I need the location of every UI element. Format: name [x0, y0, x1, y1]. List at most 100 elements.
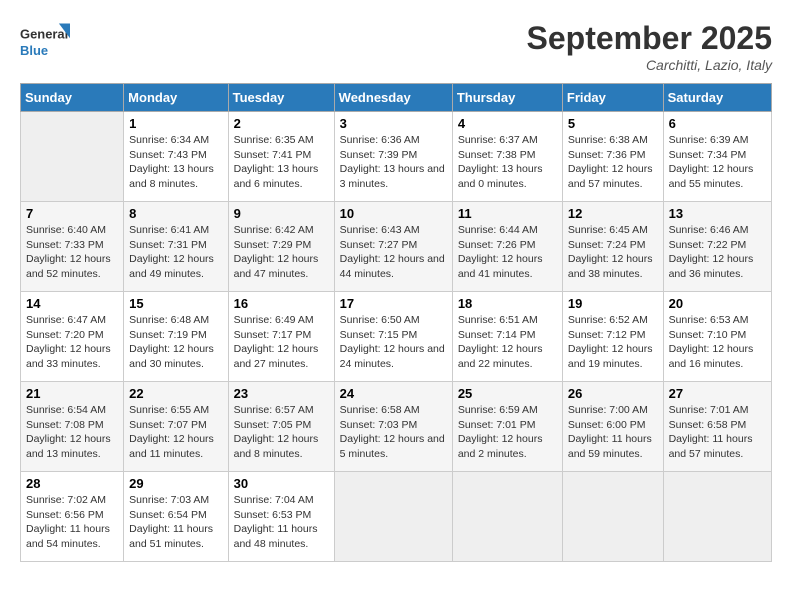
day-info: Sunrise: 6:40 AMSunset: 7:33 PMDaylight:… [26, 223, 118, 282]
day-number: 22 [129, 386, 222, 401]
day-info: Sunrise: 6:51 AMSunset: 7:14 PMDaylight:… [458, 313, 557, 372]
day-number: 12 [568, 206, 658, 221]
day-info: Sunrise: 6:45 AMSunset: 7:24 PMDaylight:… [568, 223, 658, 282]
day-cell [452, 472, 562, 562]
day-info: Sunrise: 6:47 AMSunset: 7:20 PMDaylight:… [26, 313, 118, 372]
day-info: Sunrise: 6:34 AMSunset: 7:43 PMDaylight:… [129, 133, 222, 192]
svg-text:Blue: Blue [20, 43, 48, 58]
day-number: 5 [568, 116, 658, 131]
day-number: 1 [129, 116, 222, 131]
day-number: 20 [669, 296, 766, 311]
week-row-2: 7 Sunrise: 6:40 AMSunset: 7:33 PMDaylight… [21, 202, 772, 292]
day-cell [21, 112, 124, 202]
location: Carchitti, Lazio, Italy [527, 57, 772, 73]
day-number: 16 [234, 296, 329, 311]
day-cell: 15 Sunrise: 6:48 AMSunset: 7:19 PMDayligh… [124, 292, 228, 382]
header-cell-saturday: Saturday [663, 84, 771, 112]
week-row-5: 28Sunrise: 7:02 AMSunset: 6:56 PMDayligh… [21, 472, 772, 562]
day-number: 27 [669, 386, 766, 401]
day-number: 26 [568, 386, 658, 401]
day-number: 7 [26, 206, 118, 221]
day-cell [334, 472, 452, 562]
day-number: 23 [234, 386, 329, 401]
day-info: Sunrise: 6:36 AMSunset: 7:39 PMDaylight:… [340, 133, 447, 192]
day-info: Sunrise: 6:50 AMSunset: 7:15 PMDaylight:… [340, 313, 447, 372]
day-cell: 2 Sunrise: 6:35 AMSunset: 7:41 PMDaylight… [228, 112, 334, 202]
day-info: Sunrise: 6:35 AMSunset: 7:41 PMDaylight:… [234, 133, 329, 192]
day-cell: 28Sunrise: 7:02 AMSunset: 6:56 PMDayligh… [21, 472, 124, 562]
day-info: Sunrise: 6:59 AMSunset: 7:01 PMDaylight:… [458, 403, 557, 462]
day-cell: 1 Sunrise: 6:34 AMSunset: 7:43 PMDaylight… [124, 112, 228, 202]
day-cell: 20 Sunrise: 6:53 AMSunset: 7:10 PMDayligh… [663, 292, 771, 382]
day-info: Sunrise: 7:01 AMSunset: 6:58 PMDaylight:… [669, 403, 766, 462]
day-cell: 5 Sunrise: 6:38 AMSunset: 7:36 PMDaylight… [562, 112, 663, 202]
day-number: 3 [340, 116, 447, 131]
day-cell: 12 Sunrise: 6:45 AMSunset: 7:24 PMDayligh… [562, 202, 663, 292]
day-cell: 7 Sunrise: 6:40 AMSunset: 7:33 PMDaylight… [21, 202, 124, 292]
header-row: SundayMondayTuesdayWednesdayThursdayFrid… [21, 84, 772, 112]
header-cell-monday: Monday [124, 84, 228, 112]
logo: General Blue [20, 20, 70, 64]
header-cell-wednesday: Wednesday [334, 84, 452, 112]
day-cell: 25Sunrise: 6:59 AMSunset: 7:01 PMDayligh… [452, 382, 562, 472]
day-number: 15 [129, 296, 222, 311]
week-row-3: 14 Sunrise: 6:47 AMSunset: 7:20 PMDayligh… [21, 292, 772, 382]
day-info: Sunrise: 6:53 AMSunset: 7:10 PMDaylight:… [669, 313, 766, 372]
title-block: September 2025 Carchitti, Lazio, Italy [527, 20, 772, 73]
day-number: 18 [458, 296, 557, 311]
header-cell-tuesday: Tuesday [228, 84, 334, 112]
day-number: 14 [26, 296, 118, 311]
day-cell: 30Sunrise: 7:04 AMSunset: 6:53 PMDayligh… [228, 472, 334, 562]
day-number: 29 [129, 476, 222, 491]
day-info: Sunrise: 6:39 AMSunset: 7:34 PMDaylight:… [669, 133, 766, 192]
day-number: 10 [340, 206, 447, 221]
day-info: Sunrise: 6:52 AMSunset: 7:12 PMDaylight:… [568, 313, 658, 372]
day-cell [562, 472, 663, 562]
day-cell: 26 Sunrise: 7:00 AMSunset: 6:00 PMDayligh… [562, 382, 663, 472]
day-cell: 22 Sunrise: 6:55 AMSunset: 7:07 PMDayligh… [124, 382, 228, 472]
day-number: 6 [669, 116, 766, 131]
day-info: Sunrise: 6:46 AMSunset: 7:22 PMDaylight:… [669, 223, 766, 282]
day-info: Sunrise: 6:42 AMSunset: 7:29 PMDaylight:… [234, 223, 329, 282]
day-cell: 19 Sunrise: 6:52 AMSunset: 7:12 PMDayligh… [562, 292, 663, 382]
day-info: Sunrise: 6:58 AMSunset: 7:03 PMDaylight:… [340, 403, 447, 462]
day-number: 8 [129, 206, 222, 221]
day-info: Sunrise: 6:44 AMSunset: 7:26 PMDaylight:… [458, 223, 557, 282]
day-number: 21 [26, 386, 118, 401]
day-info: Sunrise: 6:38 AMSunset: 7:36 PMDaylight:… [568, 133, 658, 192]
month-title: September 2025 [527, 20, 772, 57]
day-cell: 24 Sunrise: 6:58 AMSunset: 7:03 PMDayligh… [334, 382, 452, 472]
day-info: Sunrise: 6:54 AMSunset: 7:08 PMDaylight:… [26, 403, 118, 462]
day-number: 28 [26, 476, 118, 491]
day-cell: 10Sunrise: 6:43 AMSunset: 7:27 PMDayligh… [334, 202, 452, 292]
day-number: 11 [458, 206, 557, 221]
day-cell: 21 Sunrise: 6:54 AMSunset: 7:08 PMDayligh… [21, 382, 124, 472]
day-cell: 17 Sunrise: 6:50 AMSunset: 7:15 PMDayligh… [334, 292, 452, 382]
day-info: Sunrise: 7:00 AMSunset: 6:00 PMDaylight:… [568, 403, 658, 462]
page-header: General Blue September 2025 Carchitti, L… [20, 20, 772, 73]
day-info: Sunrise: 6:55 AMSunset: 7:07 PMDaylight:… [129, 403, 222, 462]
day-number: 2 [234, 116, 329, 131]
day-info: Sunrise: 7:04 AMSunset: 6:53 PMDaylight:… [234, 493, 329, 552]
day-cell: 23 Sunrise: 6:57 AMSunset: 7:05 PMDayligh… [228, 382, 334, 472]
day-cell: 27 Sunrise: 7:01 AMSunset: 6:58 PMDayligh… [663, 382, 771, 472]
day-cell [663, 472, 771, 562]
day-cell: 18 Sunrise: 6:51 AMSunset: 7:14 PMDayligh… [452, 292, 562, 382]
day-cell: 11 Sunrise: 6:44 AMSunset: 7:26 PMDayligh… [452, 202, 562, 292]
day-info: Sunrise: 6:49 AMSunset: 7:17 PMDaylight:… [234, 313, 329, 372]
day-number: 13 [669, 206, 766, 221]
day-cell: 16 Sunrise: 6:49 AMSunset: 7:17 PMDayligh… [228, 292, 334, 382]
day-cell: 14 Sunrise: 6:47 AMSunset: 7:20 PMDayligh… [21, 292, 124, 382]
day-cell: 13 Sunrise: 6:46 AMSunset: 7:22 PMDayligh… [663, 202, 771, 292]
calendar-table: SundayMondayTuesdayWednesdayThursdayFrid… [20, 83, 772, 562]
svg-text:General: General [20, 26, 68, 41]
day-info: Sunrise: 6:57 AMSunset: 7:05 PMDaylight:… [234, 403, 329, 462]
day-cell: 4Sunrise: 6:37 AMSunset: 7:38 PMDaylight… [452, 112, 562, 202]
day-number: 19 [568, 296, 658, 311]
day-info: Sunrise: 6:48 AMSunset: 7:19 PMDaylight:… [129, 313, 222, 372]
day-number: 24 [340, 386, 447, 401]
day-info: Sunrise: 7:03 AMSunset: 6:54 PMDaylight:… [129, 493, 222, 552]
day-cell: 29 Sunrise: 7:03 AMSunset: 6:54 PMDayligh… [124, 472, 228, 562]
day-info: Sunrise: 6:41 AMSunset: 7:31 PMDaylight:… [129, 223, 222, 282]
day-number: 17 [340, 296, 447, 311]
